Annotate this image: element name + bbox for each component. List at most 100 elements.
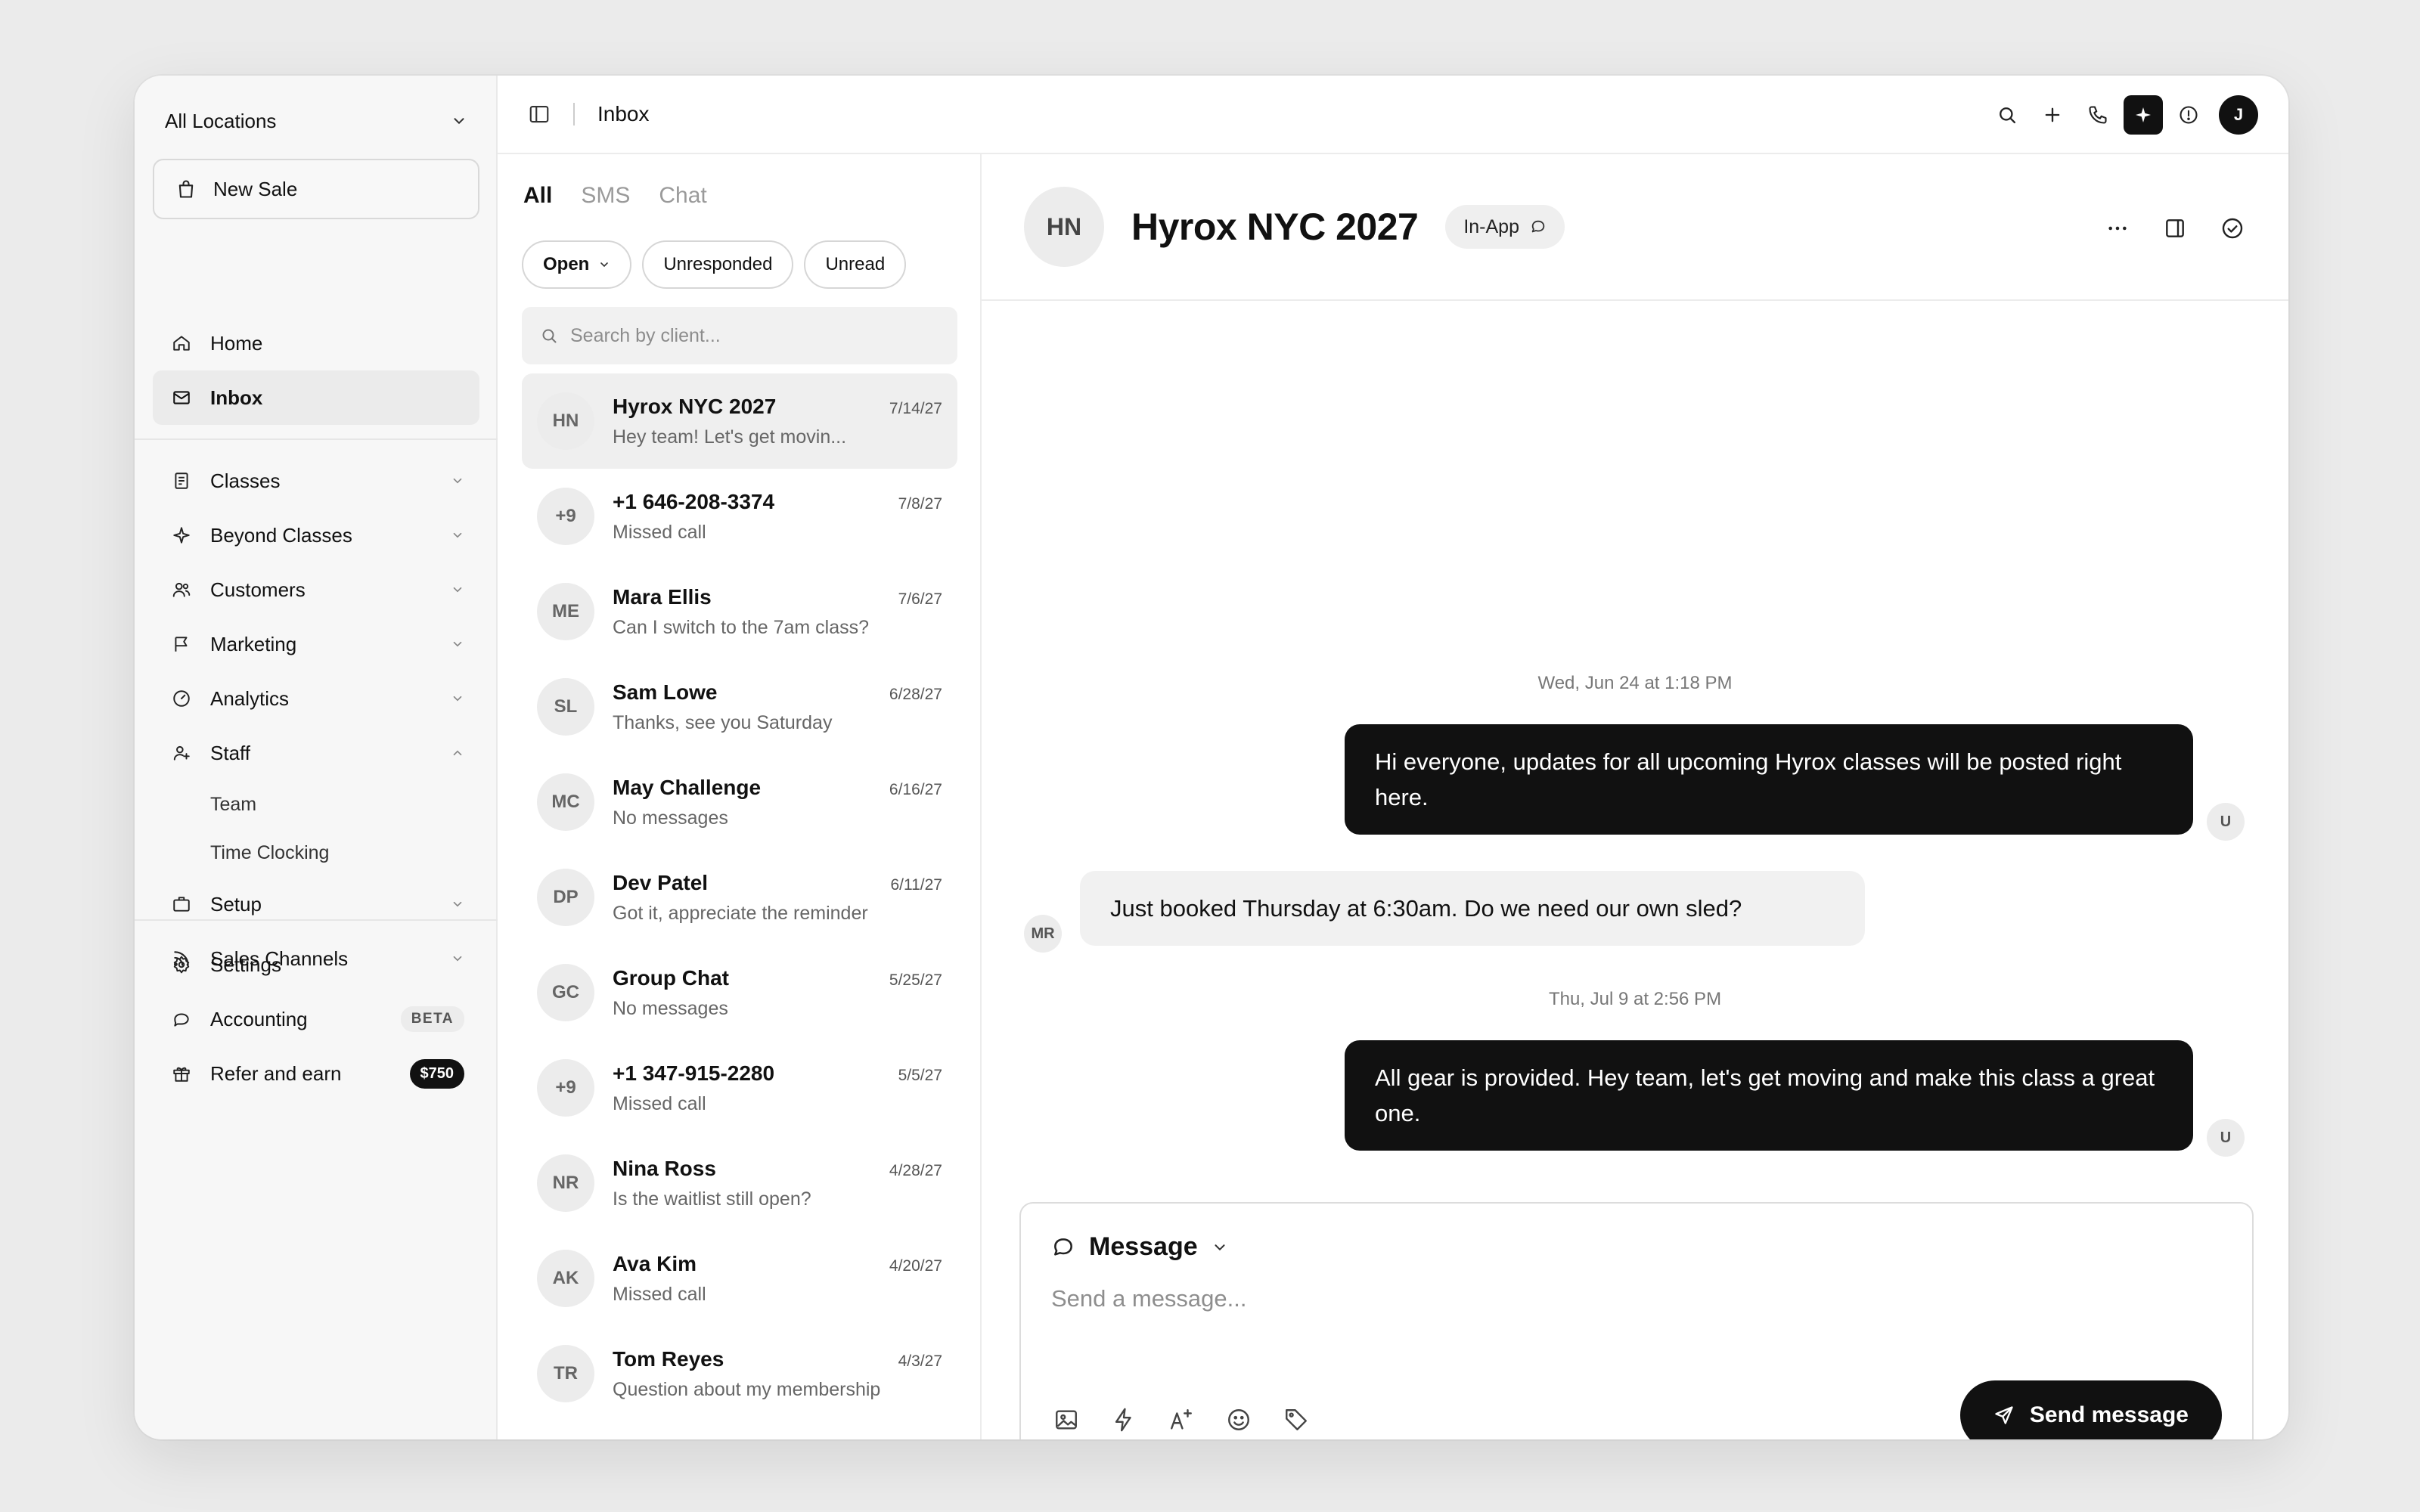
conversation-item[interactable]: MC May Challenge 6/16/27 No messages xyxy=(522,754,957,850)
chat-avatar: HN xyxy=(1024,187,1104,267)
phone-icon[interactable] xyxy=(2075,95,2121,135)
top-bar: Inbox J xyxy=(498,76,2288,154)
user-avatar[interactable]: J xyxy=(2219,95,2258,135)
tag-icon[interactable] xyxy=(1278,1402,1314,1438)
sidebar-item-analytics[interactable]: Analytics xyxy=(153,671,479,726)
conversation-item[interactable]: TR Tom Reyes 4/3/27 Question about my mem… xyxy=(522,1326,957,1421)
sidebar-item-label: Customers xyxy=(210,578,306,601)
sidebar-toggle-icon[interactable] xyxy=(528,103,551,125)
home-icon xyxy=(171,333,192,354)
sidebar-item-accounting[interactable]: Accounting BETA xyxy=(153,992,479,1046)
piggy-bank-icon xyxy=(171,1009,192,1030)
sidebar-divider xyxy=(135,919,498,921)
composer-mode-label: Message xyxy=(1089,1232,1198,1261)
conversation-item[interactable]: SL Sam Lowe 6/28/27 Thanks, see you Satur… xyxy=(522,659,957,754)
sidebar-item-classes[interactable]: Classes xyxy=(153,454,479,508)
conversation-avatar: HN xyxy=(537,392,594,450)
resolve-check-icon[interactable] xyxy=(2213,209,2252,248)
client-search xyxy=(522,307,957,364)
sidebar-item-marketing[interactable]: Marketing xyxy=(153,617,479,671)
conversation-date: 7/6/27 xyxy=(898,590,942,608)
sidebar-item-staff[interactable]: Staff xyxy=(153,726,479,780)
conversation-avatar: MC xyxy=(537,773,594,831)
chevron-down-icon xyxy=(451,637,464,651)
conversation-preview: Hey team! Let's get movin... xyxy=(613,426,847,448)
chat-bubble-icon xyxy=(1051,1235,1075,1259)
conversation-name: May Challenge xyxy=(613,775,762,799)
new-sale-button[interactable]: New Sale xyxy=(153,159,479,219)
sidebar-item-label: Classes xyxy=(210,469,281,492)
conversation-item[interactable]: HN Hyrox NYC 2027 7/14/27 Hey team! Let's… xyxy=(522,373,957,469)
conversation-item[interactable]: NR Nina Ross 4/28/27 Is the waitlist stil… xyxy=(522,1136,957,1231)
sidebar-item-customers[interactable]: Customers xyxy=(153,562,479,617)
conversation-item[interactable]: DP Dev Patel 6/11/27 Got it, appreciate t… xyxy=(522,850,957,945)
sidebar-item-home[interactable]: Home xyxy=(153,316,479,370)
sidebar-item-label: Accounting xyxy=(210,1007,308,1030)
sidebar-item-label: Settings xyxy=(210,953,281,976)
more-options-icon[interactable] xyxy=(2098,209,2137,248)
side-panel-icon[interactable] xyxy=(2155,209,2195,248)
conversation-name: Mara Ellis xyxy=(613,584,712,609)
chevron-down-icon xyxy=(451,113,467,129)
sidebar-divider xyxy=(135,438,498,440)
send-icon xyxy=(1993,1405,2015,1426)
sidebar-item-label: Setup xyxy=(210,892,262,916)
flag-icon xyxy=(171,634,192,655)
conversation-date: 5/25/27 xyxy=(889,971,942,989)
send-message-button[interactable]: Send message xyxy=(1959,1380,2222,1439)
client-search-input[interactable] xyxy=(570,324,933,347)
conversation-avatar: TR xyxy=(537,1345,594,1402)
sidebar-item-label: Refer and earn xyxy=(210,1061,342,1085)
filter-label: Unread xyxy=(825,254,886,274)
conversation-preview: Missed call xyxy=(613,1283,706,1305)
tab-chat[interactable]: Chat xyxy=(659,183,706,209)
unread-filter-button[interactable]: Unread xyxy=(804,240,907,289)
sidebar-item-refer-and-earn[interactable]: Refer and earn $750 xyxy=(153,1046,479,1101)
conversation-avatar: +9 xyxy=(537,488,594,545)
conversation-item[interactable]: GC Group Chat 5/25/27 No messages xyxy=(522,945,957,1040)
conversation-list-panel: All SMS Chat Open Unresponded Unread HN … xyxy=(498,154,982,1439)
plus-icon[interactable] xyxy=(2030,95,2075,135)
chevron-down-icon xyxy=(1212,1239,1228,1256)
sidebar-item-label: Staff xyxy=(210,741,251,764)
sender-avatar: U xyxy=(2207,803,2245,841)
sidebar-item-label: Marketing xyxy=(210,632,297,655)
conversation-preview: No messages xyxy=(613,997,728,1019)
conversation-name: Hyrox NYC 2027 xyxy=(613,394,777,418)
conversation-preview: Is the waitlist still open? xyxy=(613,1188,811,1210)
conversation-item[interactable]: +9 +1 347-915-2280 5/5/27 Missed call xyxy=(522,1040,957,1136)
chat-header-actions xyxy=(2098,209,2252,248)
beta-badge: BETA xyxy=(400,1006,464,1032)
lightning-icon[interactable] xyxy=(1106,1402,1142,1438)
conversation-preview: Thanks, see you Saturday xyxy=(613,711,833,733)
conversation-item[interactable]: AK Ava Kim 4/20/27 Missed call xyxy=(522,1231,957,1326)
users-icon xyxy=(171,579,192,600)
sidebar-subitem-team[interactable]: Team xyxy=(153,780,479,829)
sidebar-item-settings[interactable]: Settings xyxy=(153,937,479,992)
conversation-item[interactable]: +9 +1 646-208-3374 7/8/27 Missed call xyxy=(522,469,957,564)
alert-circle-icon[interactable] xyxy=(2166,95,2211,135)
sidebar-item-setup[interactable]: Setup xyxy=(153,877,479,931)
location-selector[interactable]: All Locations xyxy=(165,103,467,139)
unresponded-filter-button[interactable]: Unresponded xyxy=(642,240,794,289)
status-filter-dropdown[interactable]: Open xyxy=(522,240,632,289)
conversation-item[interactable]: ME Mara Ellis 7/6/27 Can I switch to the … xyxy=(522,564,957,659)
conversation-date: 7/8/27 xyxy=(898,494,942,513)
channel-tabs: All SMS Chat xyxy=(523,183,707,209)
tab-sms[interactable]: SMS xyxy=(581,183,630,209)
tab-all[interactable]: All xyxy=(523,183,552,209)
ai-text-icon[interactable] xyxy=(1163,1402,1199,1438)
conversation-date: 4/3/27 xyxy=(898,1352,942,1370)
message-input[interactable] xyxy=(1051,1285,2110,1361)
sidebar-item-inbox[interactable]: Inbox xyxy=(153,370,479,425)
sparkle-icon xyxy=(171,525,192,546)
ai-sparkle-icon[interactable] xyxy=(2124,95,2163,135)
composer-mode-dropdown[interactable]: Message xyxy=(1051,1232,1228,1262)
sidebar-item-beyond-classes[interactable]: Beyond Classes xyxy=(153,508,479,562)
emoji-icon[interactable] xyxy=(1221,1402,1257,1438)
sidebar-subitem-time-clocking[interactable]: Time Clocking xyxy=(153,829,479,877)
chat-title: Hyrox NYC 2027 xyxy=(1131,206,1419,248)
search-icon[interactable] xyxy=(1984,95,2030,135)
location-label: All Locations xyxy=(165,109,277,132)
image-icon[interactable] xyxy=(1048,1402,1084,1438)
